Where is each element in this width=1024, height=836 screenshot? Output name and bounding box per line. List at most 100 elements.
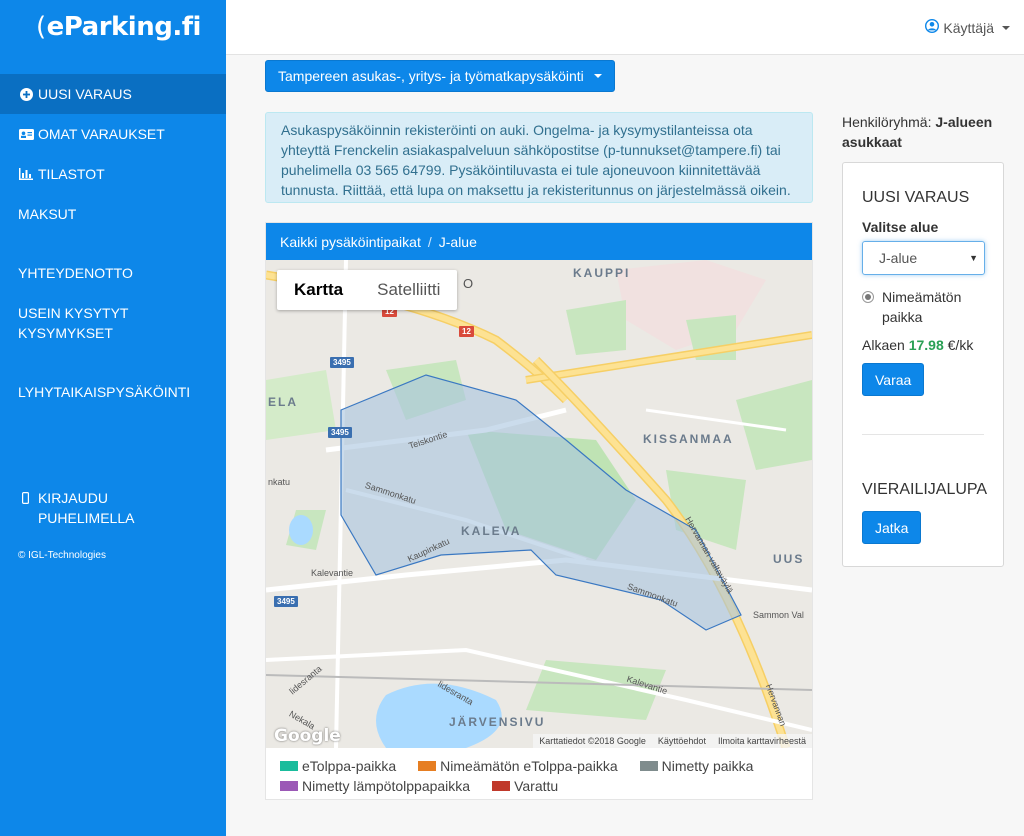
legend-label: Nimetty lämpötolppapaikka [302, 778, 471, 794]
district-label: KISSANMAA [643, 432, 734, 446]
sidebar-item-my-bookings[interactable]: OMAT VARAUKSET [0, 114, 226, 154]
road-number-shield: 3495 [274, 596, 298, 607]
district-label: ELA [268, 395, 298, 409]
map-type-satellite-button[interactable]: Satelliitti [360, 270, 457, 310]
user-icon [925, 18, 940, 36]
map-attribution: Karttatiedot ©2018 Google Käyttöehdot Il… [533, 734, 812, 748]
copyright: © IGL-Technologies [18, 550, 106, 561]
legend-item: Nimetty paikka [639, 756, 754, 776]
legend-swatch [418, 761, 437, 771]
sidebar-item-label: YHTEYDENOTTO [18, 265, 133, 281]
breadcrumb: Kaikki pysäköintipaikat / J-alue [266, 223, 812, 260]
divider [862, 434, 984, 435]
breadcrumb-current: J-alue [438, 233, 477, 250]
map-legend: eTolppa-paikka Nimeämätön eTolppa-paikka… [266, 748, 812, 796]
area-select-value: J-alue [879, 250, 918, 266]
sidebar-item-label: KIRJAUDU PUHELIMELLA [37, 490, 135, 526]
logo[interactable]: (eParking.fi [0, 0, 226, 54]
road-number-shield: 12 [459, 326, 474, 337]
district-label: JÄRVENSIVU [449, 715, 546, 729]
map-type-control: Kartta Satelliitti [277, 270, 458, 310]
chevron-down-icon [593, 74, 602, 78]
legend-swatch [280, 761, 298, 771]
sidebar-item-label: TILASTOT [38, 166, 105, 182]
map-panel: Kaikki pysäköintipaikat / J-alue KAUPPI … [265, 222, 813, 800]
legend-item: Nimetty lämpötolppapaikka [280, 776, 470, 796]
sidebar-item-payments[interactable]: MAKSUT [0, 194, 226, 234]
legend-item: eTolppa-paikka [280, 756, 396, 776]
place-radio[interactable] [862, 291, 874, 303]
sidebar-item-label: USEIN KYSYTYT KYSYMYKSET [18, 305, 129, 341]
book-button[interactable]: Varaa [862, 363, 925, 396]
user-menu[interactable]: Käyttäjä [925, 18, 1010, 36]
legend-swatch [639, 761, 658, 771]
logo-text: eParking.fi [46, 12, 202, 42]
select-area-label: Valitse alue [862, 219, 939, 235]
price-info: Alkaen 17.98 €/kk [862, 337, 984, 353]
user-group-info: Henkilöryhmä: J-alueen asukkaat [842, 112, 1022, 152]
sidebar-item-new-booking[interactable]: UUSI VARAUS [0, 74, 226, 114]
map-report-link[interactable]: Ilmoita karttavirheestä [718, 736, 806, 746]
user-group-prefix: Henkilöryhmä: [842, 114, 932, 130]
parking-type-label: Tampereen asukas-, yritys- ja työmatkapy… [278, 68, 584, 84]
user-label: Käyttäjä [943, 19, 994, 36]
price-prefix: Alkaen [862, 337, 905, 353]
breadcrumb-all-locations[interactable]: Kaikki pysäköintipaikat [280, 234, 421, 250]
sidebar-item-faq[interactable]: USEIN KYSYTYT KYSYMYKSET [0, 293, 226, 353]
mobile-icon [18, 488, 34, 508]
place-label: Nimeämätön paikka [882, 289, 962, 325]
legend-label: Nimeämätön eTolppa-paikka [440, 758, 618, 774]
sidebar-item-short-term-parking[interactable]: LYHYTAIKAISPYSÄKÖINTI [0, 372, 226, 412]
district-label: UUS [773, 552, 805, 566]
logo-bracket: ( [36, 12, 46, 42]
area-select[interactable]: J-alue ▼ [862, 241, 985, 275]
road-label: Kalevantie [311, 568, 354, 578]
road-label: O [463, 276, 474, 291]
legend-swatch [492, 781, 511, 791]
plus-circle-icon [18, 84, 34, 104]
district-label: KAUPPI [573, 266, 631, 280]
sidebar-item-label: OMAT VARAUKSET [38, 126, 165, 142]
price-suffix: €/kk [947, 337, 974, 353]
legend-item: Varattu [492, 776, 558, 796]
info-alert: Asukaspysäköinnin rekisteröinti on auki.… [265, 112, 813, 203]
chevron-down-icon: ▼ [969, 253, 978, 263]
visitor-permit-title: VIERAILIJALUPA [862, 481, 988, 498]
map-data-credit: Karttatiedot ©2018 Google [539, 736, 646, 746]
topbar: Käyttäjä [226, 0, 1024, 55]
booking-title: UUSI VARAUS [862, 189, 970, 206]
sidebar: (eParking.fi UUSI VARAUS OMAT VARAUKSET … [0, 0, 226, 836]
map-terms-link[interactable]: Käyttöehdot [658, 736, 706, 746]
place-option[interactable]: Nimeämätön paikka [862, 287, 984, 327]
sidebar-item-statistics[interactable]: TILASTOT [0, 154, 226, 194]
continue-button[interactable]: Jatka [862, 511, 922, 544]
google-logo: Google [274, 726, 341, 746]
breadcrumb-separator: / [427, 233, 432, 250]
road-label: Sammon Val [753, 610, 804, 620]
sidebar-item-mobile-login[interactable]: KIRJAUDU PUHELIMELLA [0, 478, 226, 538]
map-canvas [266, 260, 812, 748]
map-type-map-button[interactable]: Kartta [277, 270, 360, 310]
parking-type-dropdown[interactable]: Tampereen asukas-, yritys- ja työmatkapy… [265, 60, 615, 92]
id-card-icon [18, 124, 34, 144]
bar-chart-icon [18, 164, 34, 184]
map-view[interactable]: KAUPPI KISSANMAA KALEVA JÄRVENSIVU UUS E… [266, 260, 812, 748]
chevron-down-icon [1002, 25, 1010, 30]
sidebar-item-label: UUSI VARAUS [38, 86, 132, 102]
legend-item: Nimeämätön eTolppa-paikka [418, 756, 618, 776]
legend-label: eTolppa-paikka [302, 758, 397, 774]
price-value: 17.98 [908, 337, 944, 353]
road-number-shield: 3495 [328, 427, 352, 438]
legend-swatch [280, 781, 298, 791]
road-label: nkatu [268, 477, 291, 487]
legend-label: Varattu [514, 778, 559, 794]
sidebar-item-label: LYHYTAIKAISPYSÄKÖINTI [18, 384, 191, 400]
district-label: KALEVA [461, 524, 522, 538]
booking-panel: UUSI VARAUS Valitse alue J-alue ▼ Nimeäm… [842, 162, 1004, 567]
legend-label: Nimetty paikka [661, 758, 754, 774]
sidebar-nav: UUSI VARAUS OMAT VARAUKSET TILASTOT MAKS… [0, 74, 226, 573]
sidebar-item-contact[interactable]: YHTEYDENOTTO [0, 253, 226, 293]
